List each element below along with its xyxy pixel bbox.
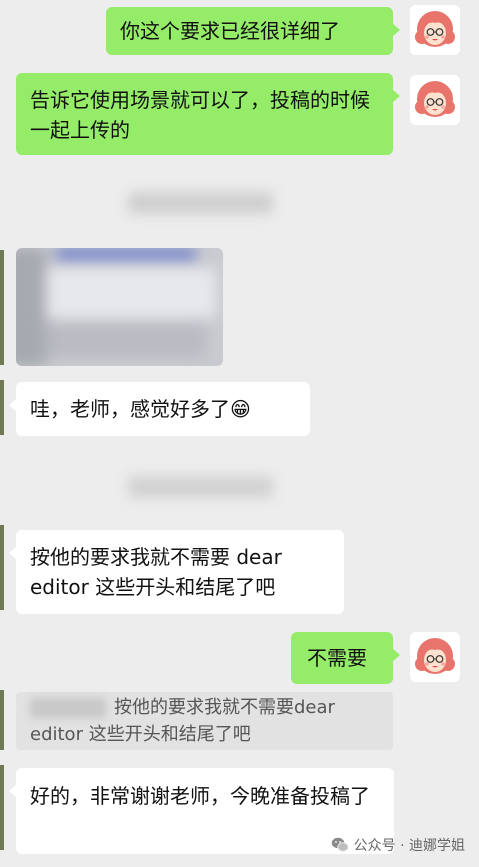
user-avatar[interactable]	[410, 632, 460, 682]
message-text: 按他的要求我就不需要 dear editor 这些开头和结尾了吧	[30, 545, 282, 599]
message-text: 不需要	[307, 646, 367, 670]
user-avatar[interactable]	[410, 5, 460, 55]
blurred-image-message[interactable]	[16, 248, 223, 366]
message-text: 好的，非常谢谢老师，今晚准备投稿了	[30, 784, 370, 808]
wechat-icon	[331, 837, 349, 852]
received-message-bubble[interactable]: 哇，老师，感觉好多了😁	[9, 382, 310, 436]
watermark-text: 公众号 · 迪娜学姐	[353, 838, 465, 854]
message-text: 哇，老师，感觉好多了😁	[30, 397, 251, 421]
message-text: 你这个要求已经很详细了	[120, 19, 340, 43]
blurred-timestamp	[128, 476, 273, 498]
left-edge-decoration	[0, 765, 4, 850]
cartoon-girl-avatar-icon	[410, 75, 460, 125]
blurred-timestamp	[128, 192, 273, 214]
cartoon-girl-avatar-icon	[410, 632, 460, 682]
left-edge-decoration	[0, 380, 4, 435]
source-watermark: 公众号 · 迪娜学姐	[331, 835, 465, 855]
left-edge-decoration	[0, 690, 4, 750]
quoted-message[interactable]: 按他的要求我就不需要dear editor 这些开头和结尾了吧	[16, 692, 393, 750]
left-edge-decoration	[0, 525, 4, 610]
sent-message-bubble[interactable]: 不需要	[291, 632, 400, 684]
blurred-sender-name	[30, 698, 106, 718]
received-message-bubble[interactable]: 按他的要求我就不需要 dear editor 这些开头和结尾了吧	[9, 530, 344, 614]
left-edge-decoration	[0, 250, 4, 365]
cartoon-girl-avatar-icon	[410, 5, 460, 55]
sent-message-bubble[interactable]: 告诉它使用场景就可以了，投稿的时候一起上传的	[16, 73, 400, 155]
message-text: 告诉它使用场景就可以了，投稿的时候一起上传的	[30, 88, 370, 142]
sent-message-bubble[interactable]: 你这个要求已经很详细了	[106, 7, 400, 55]
user-avatar[interactable]	[410, 75, 460, 125]
